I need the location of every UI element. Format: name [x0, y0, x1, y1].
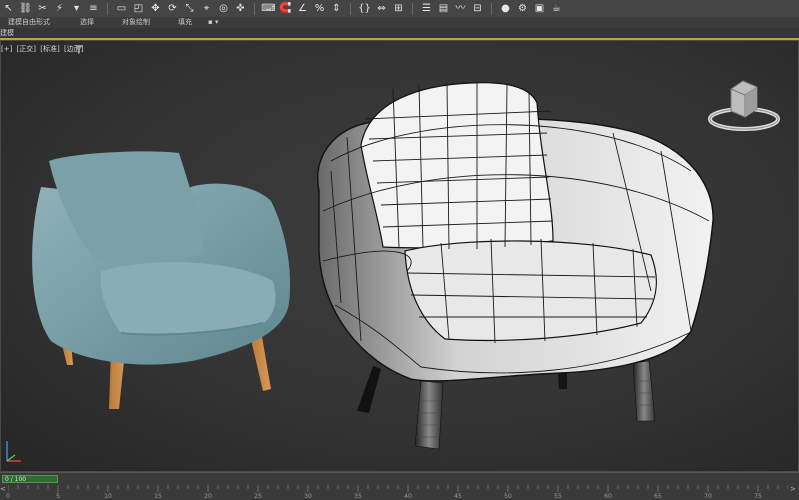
- main-toolbar: ↖ ⛓ ✂ ⚡ ▾ ≡ ▭ ◰ ✥ ⟳ ⤡ ⌖ ◎ ✜ ⌨ 🧲 ∠% ⇕ {} ⇔ ⊞ ☰ ▤ 〰 ⊟ ● ⚙ ▣ ☕: [0, 0, 799, 17]
- select-filter-icon[interactable]: ▾: [69, 1, 84, 16]
- ruler-tick-label: 15: [154, 493, 162, 500]
- ruler-tick-label: 55: [554, 493, 562, 500]
- edit-named-selection-icon[interactable]: {}: [357, 1, 372, 16]
- align-icon[interactable]: ⊞: [391, 1, 406, 16]
- select-and-scale-icon[interactable]: ⤡: [182, 1, 197, 16]
- ruler-tick-label: 35: [354, 493, 362, 500]
- ruler-tick-label: 20: [204, 493, 212, 500]
- ribbon-tab-selection[interactable]: 选择: [80, 17, 94, 28]
- select-and-rotate-icon[interactable]: ⟳: [165, 1, 180, 16]
- ribbon-tab-populate[interactable]: 填充: [178, 17, 192, 28]
- select-and-place-icon[interactable]: ⌖: [199, 1, 214, 16]
- mirror-icon[interactable]: ⇔: [374, 1, 389, 16]
- toolbar-separator: [491, 2, 492, 15]
- ruler-tick-label: 75: [754, 493, 762, 500]
- rendered-frame-window-icon[interactable]: ▣: [532, 1, 547, 16]
- select-and-manipulate-icon[interactable]: ✜: [233, 1, 248, 16]
- ruler-ticks: [7, 485, 789, 492]
- toolbar-separator: [107, 2, 108, 15]
- ribbon-tab-object-paint[interactable]: 对象绘制: [122, 17, 150, 28]
- ribbon-tab-freeform[interactable]: 自由形式: [22, 17, 50, 28]
- reference-chair-image: [32, 151, 291, 409]
- curve-editor-icon[interactable]: 〰: [453, 1, 468, 16]
- panel-title: 建模: [0, 29, 14, 37]
- axis-tripod-icon: [3, 435, 23, 465]
- ribbon: 建模 自由形式 选择 对象绘制 填充 ▪ ▾: [0, 17, 799, 28]
- select-object-icon[interactable]: ↖: [1, 1, 16, 16]
- bind-to-space-warp-icon[interactable]: ⚡: [52, 1, 67, 16]
- spinner-snap-icon[interactable]: ⇕: [329, 1, 344, 16]
- ruler-tick-label: 30: [304, 493, 312, 500]
- render-production-icon[interactable]: ☕: [549, 1, 564, 16]
- ruler-tick-label: 25: [254, 493, 262, 500]
- angle-snap-icon[interactable]: ∠: [295, 1, 310, 16]
- select-and-move-icon[interactable]: ✥: [148, 1, 163, 16]
- perspective-viewport[interactable]: [+] [正交] [标准] [边面]: [0, 40, 799, 472]
- window-crossing-icon[interactable]: ◰: [131, 1, 146, 16]
- ruler-tick-label: 60: [604, 493, 612, 500]
- ruler-tick-label: 70: [704, 493, 712, 500]
- render-setup-icon[interactable]: ⚙: [515, 1, 530, 16]
- ruler-tick-label: 5: [56, 493, 60, 500]
- select-and-link-icon[interactable]: ⛓: [18, 1, 33, 16]
- ruler-tick-label: 65: [654, 493, 662, 500]
- toolbar-separator: [412, 2, 413, 15]
- ruler-tick-label: 10: [104, 493, 112, 500]
- toolbar-separator: [350, 2, 351, 15]
- time-slider-label: 0 / 100: [5, 476, 27, 483]
- percent-snap-icon[interactable]: %: [312, 1, 327, 16]
- rectangular-selection-region-icon[interactable]: ▭: [114, 1, 129, 16]
- toggle-layer-explorer-icon[interactable]: ▤: [436, 1, 451, 16]
- time-slider[interactable]: 0 / 100: [2, 475, 58, 483]
- schematic-view-icon[interactable]: ⊟: [470, 1, 485, 16]
- snaps-toggle-icon[interactable]: 🧲: [278, 1, 293, 16]
- wireframe-chair-model[interactable]: [317, 82, 714, 450]
- ribbon-options-dropdown[interactable]: ▪ ▾: [208, 17, 218, 28]
- toolbar-separator: [254, 2, 255, 15]
- ruler-tick-label: 45: [454, 493, 462, 500]
- ribbon-panel: 建模: [0, 28, 799, 38]
- keyboard-shortcut-override-icon[interactable]: ⌨: [261, 1, 276, 16]
- unlink-icon[interactable]: ✂: [35, 1, 50, 16]
- toggle-scene-explorer-icon[interactable]: ☰: [419, 1, 434, 16]
- select-by-name-icon[interactable]: ≡: [86, 1, 101, 16]
- ruler-tick-label: 0: [6, 493, 10, 500]
- ribbon-tab-modeling[interactable]: 建模: [8, 17, 22, 28]
- timeline: 0 / 100 < 0 5 10 15 20 25 30 35 40 45 50 55 60 65 70 75…: [0, 472, 799, 500]
- time-ruler[interactable]: 0 5 10 15 20 25 30 35 40 45 50 55 60 65 70 75: [6, 485, 789, 500]
- time-next-button[interactable]: >: [790, 485, 798, 499]
- material-editor-icon[interactable]: ●: [498, 1, 513, 16]
- ruler-tick-label: 50: [504, 493, 512, 500]
- ruler-tick-label: 40: [404, 493, 412, 500]
- viewcube[interactable]: [707, 75, 781, 133]
- use-pivot-center-icon[interactable]: ◎: [216, 1, 231, 16]
